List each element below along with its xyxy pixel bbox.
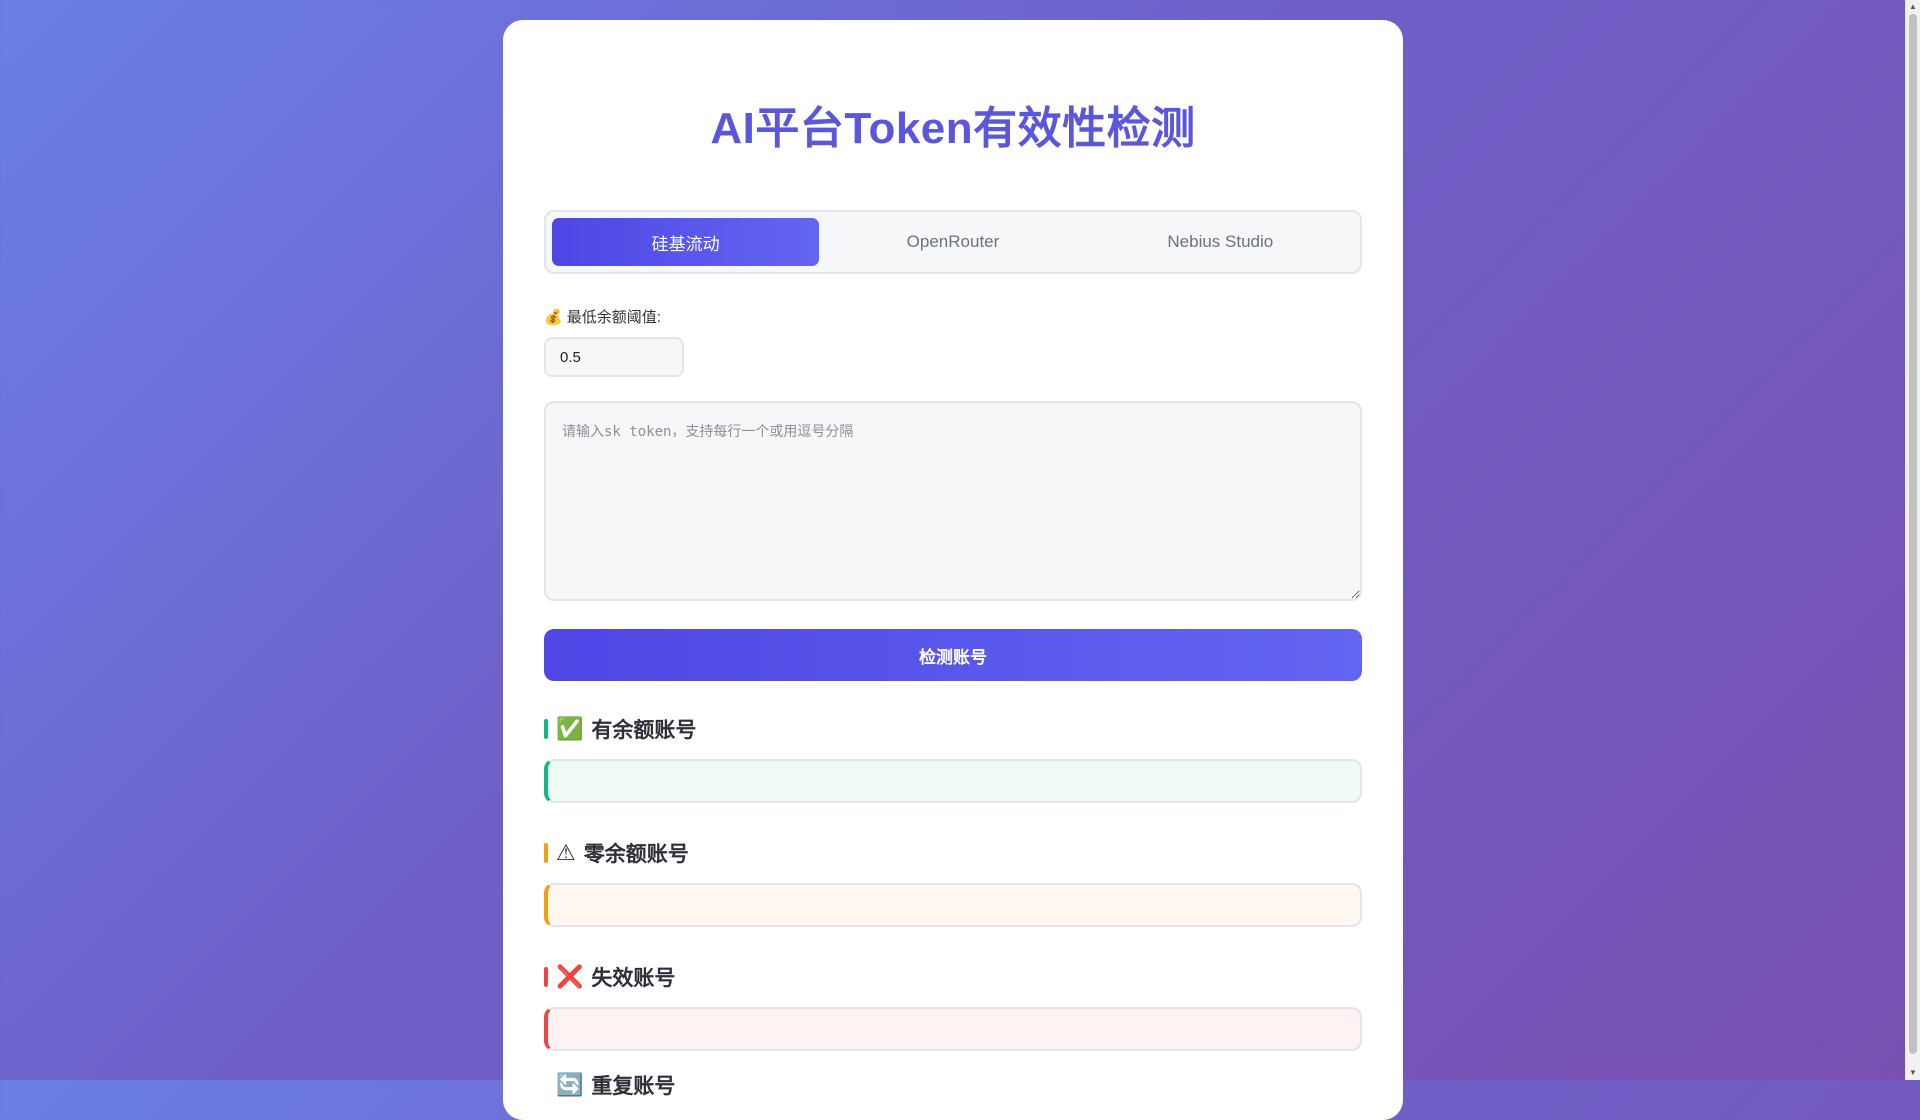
threshold-label-row: 💰 最低余额阈值:: [544, 306, 1362, 327]
tab-openrouter[interactable]: OpenRouter: [819, 218, 1086, 266]
money-bag-icon: 💰: [544, 308, 563, 326]
duplicate-accounts-header: 🔄 重复账号: [544, 1071, 1362, 1099]
duplicate-accounts-title: 重复账号: [591, 1075, 676, 1098]
tab-siliconflow[interactable]: 硅基流动: [552, 218, 820, 266]
tab-nebius-studio[interactable]: Nebius Studio: [1087, 218, 1354, 266]
duplicate-accounts-section: 🔄 重复账号: [544, 1071, 1362, 1099]
page-scrollbar[interactable]: ▲ ▼: [1905, 0, 1920, 1080]
green-accent-bar: [544, 719, 548, 739]
valid-accounts-result: [544, 759, 1362, 803]
invalid-accounts-section: ❌ 失效账号: [544, 963, 1362, 1051]
threshold-input[interactable]: [544, 337, 684, 377]
valid-accounts-section: ✅ 有余额账号: [544, 715, 1362, 803]
invalid-accounts-result: [544, 1007, 1362, 1051]
blue-accent-bar: [544, 1075, 548, 1095]
scrollbar-thumb[interactable]: [1909, 14, 1917, 1054]
orange-accent-bar: [544, 843, 548, 863]
zero-balance-header: ⚠ 零余额账号: [544, 839, 1362, 867]
invalid-accounts-header: ❌ 失效账号: [544, 963, 1362, 991]
warning-icon: ⚠: [556, 840, 576, 865]
main-card: AI平台Token有效性检测 硅基流动 OpenRouter Nebius St…: [503, 20, 1403, 1120]
scroll-up-arrow-icon[interactable]: ▲: [1906, 0, 1920, 14]
zero-balance-section: ⚠ 零余额账号: [544, 839, 1362, 927]
red-accent-bar: [544, 967, 548, 987]
check-accounts-button[interactable]: 检测账号: [544, 629, 1362, 681]
check-mark-icon: ✅: [556, 716, 584, 741]
zero-balance-result: [544, 883, 1362, 927]
invalid-accounts-title: 失效账号: [591, 967, 676, 990]
repeat-icon: 🔄: [556, 1072, 584, 1097]
platform-tabs: 硅基流动 OpenRouter Nebius Studio: [544, 210, 1362, 274]
threshold-label: 最低余额阈值:: [566, 309, 661, 326]
page-title: AI平台Token有效性检测: [710, 104, 1196, 153]
valid-accounts-title: 有余额账号: [591, 719, 697, 742]
token-textarea[interactable]: [544, 401, 1362, 601]
valid-accounts-header: ✅ 有余额账号: [544, 715, 1362, 743]
cross-mark-icon: ❌: [556, 964, 584, 989]
scroll-down-arrow-icon[interactable]: ▼: [1906, 1066, 1920, 1080]
zero-balance-title: 零余额账号: [583, 843, 689, 866]
